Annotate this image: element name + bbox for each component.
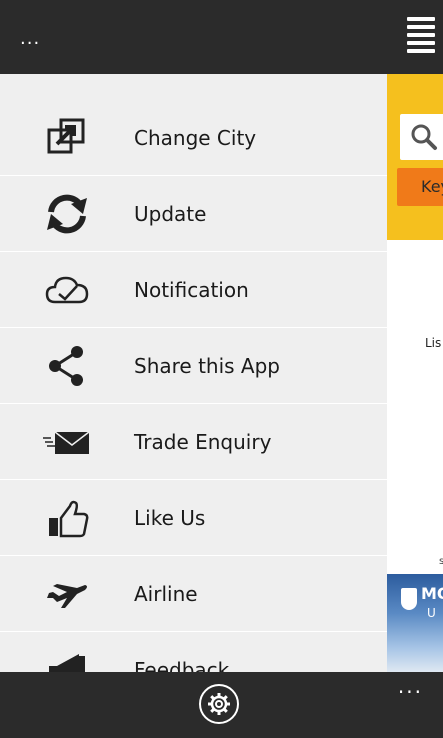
change-city-icon bbox=[0, 100, 134, 175]
menu-label-feedback: Feedback bbox=[134, 657, 230, 673]
cloud-check-icon bbox=[0, 252, 134, 327]
app-bar-more-button[interactable]: ... bbox=[398, 674, 423, 698]
megaphone-icon bbox=[0, 632, 134, 672]
menu-item-update[interactable]: Update bbox=[0, 176, 387, 252]
small-text: s bbox=[439, 556, 443, 567]
mail-icon bbox=[0, 404, 134, 479]
menu-item-like-us[interactable]: Like Us bbox=[0, 480, 387, 556]
list-text: Lis bbox=[425, 336, 442, 350]
thumbs-up-icon bbox=[0, 480, 134, 555]
menu-item-airline[interactable]: Airline bbox=[0, 556, 387, 632]
banner-subtitle: U bbox=[427, 606, 436, 620]
drawer-menu: Change City Update Notification Share th… bbox=[0, 74, 387, 672]
university-banner[interactable]: MO U bbox=[387, 574, 443, 672]
menu-label-like-us: Like Us bbox=[134, 505, 206, 530]
menu-label-share: Share this App bbox=[134, 353, 280, 378]
menu-item-feedback[interactable]: Feedback bbox=[0, 632, 387, 672]
background-app-content: Key Lis s MO U bbox=[387, 74, 443, 672]
menu-label-airline: Airline bbox=[134, 581, 198, 606]
refresh-icon bbox=[0, 176, 134, 251]
top-bar: ... bbox=[0, 0, 443, 74]
settings-button[interactable] bbox=[199, 684, 239, 724]
top-more-button[interactable]: ... bbox=[20, 30, 40, 48]
gear-icon bbox=[208, 693, 230, 715]
hamburger-menu-icon[interactable] bbox=[407, 17, 435, 55]
share-icon bbox=[0, 328, 134, 403]
menu-item-change-city[interactable]: Change City bbox=[0, 100, 387, 176]
keyword-button[interactable]: Key bbox=[397, 168, 443, 206]
menu-label-change-city: Change City bbox=[134, 125, 257, 150]
menu-item-trade-enquiry[interactable]: Trade Enquiry bbox=[0, 404, 387, 480]
menu-label-update: Update bbox=[134, 201, 207, 226]
banner-title: MO bbox=[421, 584, 443, 603]
menu-label-trade-enquiry: Trade Enquiry bbox=[134, 429, 272, 454]
airplane-icon bbox=[0, 556, 134, 631]
search-icon bbox=[411, 124, 437, 150]
search-input[interactable] bbox=[400, 114, 443, 160]
app-bar: ... bbox=[0, 672, 443, 738]
menu-item-share[interactable]: Share this App bbox=[0, 328, 387, 404]
menu-item-notification[interactable]: Notification bbox=[0, 252, 387, 328]
search-header: Key bbox=[387, 74, 443, 240]
menu-label-notification: Notification bbox=[134, 277, 249, 302]
navigation-drawer: Change City Update Notification Share th… bbox=[0, 74, 387, 672]
crest-icon bbox=[401, 588, 417, 610]
